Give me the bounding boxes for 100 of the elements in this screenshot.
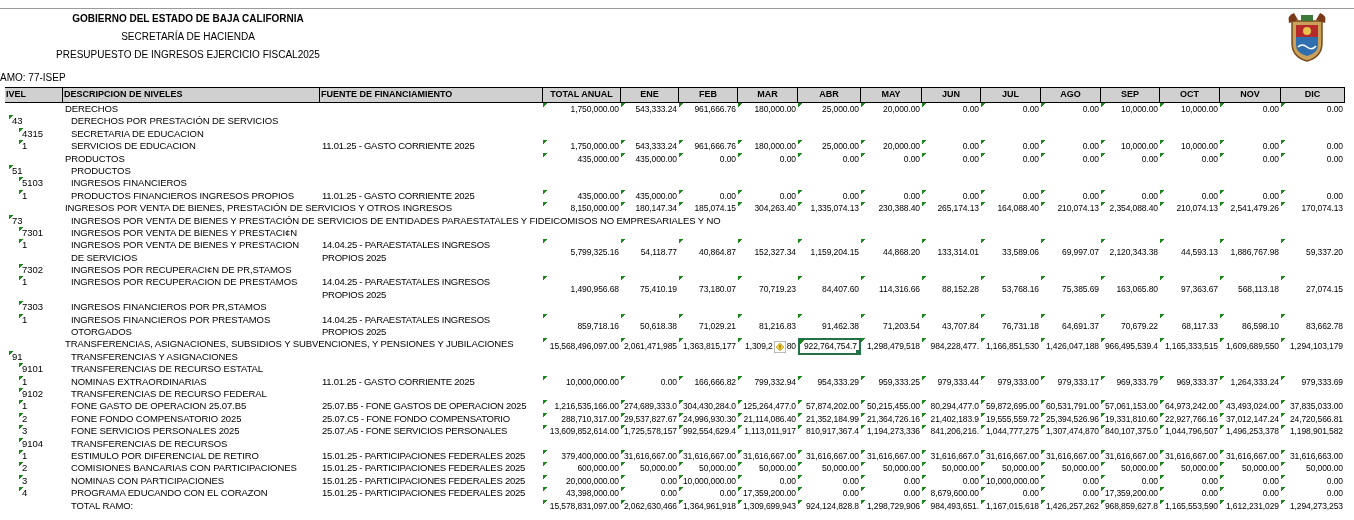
table-cell: 0.00	[1160, 152, 1220, 165]
column-header: IVEL	[5, 88, 63, 102]
description-text: NOMINAS CON PARTICIPACIONES	[70, 474, 226, 488]
table-cell: 17,359,200.00	[1101, 487, 1160, 500]
funding-source: 14.04.25 - PARAESTATALES INGRESOS PROPIOS 2025	[321, 239, 491, 265]
table-cell: 43,398,000.00	[543, 487, 621, 500]
level-code: 73	[9, 214, 23, 227]
table-cell: 969,333.37	[1160, 375, 1220, 389]
table-cell: 164,088.40	[981, 202, 1041, 215]
table-cell: 19,555,559.72	[981, 412, 1041, 426]
description-text: FONE SERVICIOS PERSONALES 2025	[70, 425, 241, 438]
column-header: FUENTE DE FINANCIAMIENTO	[320, 88, 543, 102]
table-cell: 1,044,796,507	[1160, 425, 1220, 438]
table-cell: 10,000.00	[1160, 140, 1220, 153]
table-cell: 304,263.40	[738, 202, 798, 215]
table-cell: 50,000.00	[738, 462, 798, 475]
table-cell: 984,493,651.	[922, 499, 981, 512]
cell-text: 1,309,2	[745, 340, 773, 353]
table-cell: 288,710,317.00	[543, 412, 621, 426]
table-cell: 60,531,791.00	[1041, 400, 1101, 413]
description-text: TRANSFERENCIAS Y ASIGNACIONES	[70, 350, 239, 364]
table-cell: 17,359,200.00	[738, 487, 798, 500]
table-cell: 0.00	[679, 152, 738, 165]
column-header: NOV	[1220, 88, 1281, 102]
table-cell: 64,973,242.00	[1160, 400, 1220, 413]
description-text: INGRESOS FINANCIEROS POR PRESTAMOS OTORGADOS	[70, 313, 272, 339]
table-cell: 959,333.25	[861, 375, 922, 389]
table-cell: 37,835,033.00	[1281, 400, 1345, 413]
description-text: SERVICIOS DE EDUCACION	[70, 140, 197, 153]
table-cell: 979,333.17	[1041, 375, 1101, 389]
table-cell: 31,616,667.0	[922, 450, 981, 463]
table-cell: 22,927,766.16	[1160, 412, 1220, 426]
funding-source: 25.07.B5 - FONE GASTOS DE OPERACION 2025	[321, 400, 528, 413]
column-header: AGO	[1041, 88, 1101, 102]
table-cell: 265,174.13	[922, 202, 981, 215]
funding-source: 25.07.C5 - FONE FONDO COMPENSATORIO	[321, 412, 511, 426]
table-cell: 180,000.00	[738, 103, 798, 116]
table-cell: 0.00	[1041, 152, 1101, 165]
table-cell: 50,000.00	[621, 462, 679, 475]
table-cell: 230,388.40	[861, 202, 922, 215]
table-cell: 1,194,273,336	[861, 425, 922, 438]
description-text: TOTAL RAMO:	[70, 499, 135, 512]
description-text: INGRESOS FINANCIEROS	[70, 177, 188, 190]
table-cell: 992,554,629.4	[679, 425, 738, 438]
table-cell: 19,331,810.60	[1101, 412, 1160, 426]
table-cell: 50,000.00	[861, 462, 922, 475]
table-cell: 31,616,667.00	[861, 450, 922, 463]
table-cell: 274,689,333.0	[621, 400, 679, 413]
table-cell: 0.00	[922, 152, 981, 165]
table-cell: 435,000.00	[621, 189, 679, 203]
column-header: SEP	[1101, 88, 1160, 102]
table-cell: 810,917,367.4	[798, 425, 861, 438]
description-text: PRODUCTOS	[64, 152, 126, 165]
cell-text: 80	[786, 340, 796, 353]
description-text: TRANSFERENCIAS DE RECURSO ESTATAL	[70, 363, 264, 376]
column-header: TOTAL ANUAL	[543, 88, 621, 102]
table-cell: 59,872,695.00	[981, 400, 1041, 413]
table-cell: 1,165,553,590	[1160, 499, 1220, 512]
table-cell: 29,537,827.67	[621, 412, 679, 426]
table-cell: 2,062,630,466	[621, 499, 679, 512]
table-cell: 2,354,088.40	[1101, 202, 1160, 215]
table-cell: 1,294,273,253	[1281, 499, 1345, 512]
table-cell: 0.00	[1281, 152, 1345, 165]
warning-icon[interactable]	[773, 340, 786, 353]
table-cell: 968,859,627.8	[1101, 499, 1160, 512]
description-text: FONE GASTO DE OPERACION 25.07.B5	[70, 400, 248, 413]
column-header: JUN	[922, 88, 981, 102]
table-cell: 924,124,828.8	[798, 499, 861, 512]
description-text: TRANSFERENCIAS DE RECURSOS	[70, 437, 229, 450]
table-cell: 0.00	[1220, 152, 1281, 165]
table-cell: 20,000,000.00	[543, 474, 621, 488]
table-cell: 21,364,726.16	[861, 412, 922, 426]
table-cell: 1,750,000.00	[543, 103, 621, 116]
table-cell: 0.00	[981, 152, 1041, 165]
table-cell: 979,333.69	[1281, 375, 1345, 389]
table-cell: 24,996,930.30	[679, 412, 738, 426]
funding-source: 15.01.25 - PARTICIPACIONES FEDERALES 2025	[321, 487, 527, 500]
column-header: MAY	[861, 88, 922, 102]
table-cell: 0.00	[798, 152, 861, 165]
column-header: MAR	[738, 88, 798, 102]
table-cell: 31,616,667.00	[679, 450, 738, 463]
table-cell: 961,666.76	[679, 103, 738, 116]
table-cell: 31,616,663.00	[1281, 450, 1345, 463]
table-cell: 31,616,667.00	[738, 450, 798, 463]
table-cell: 1,750,000.00	[543, 140, 621, 153]
table-cell: 57,061,153.00	[1101, 400, 1160, 413]
description-text: INGRESOS FINANCIEROS POR PR,STAMOS	[70, 301, 268, 314]
table-cell: 10,000.00	[1101, 103, 1160, 116]
table-cell: 1,307,474,870	[1041, 425, 1101, 438]
column-header: JUL	[981, 88, 1041, 102]
table-cell: 0.00	[861, 152, 922, 165]
table-cell: 180,000.00	[738, 140, 798, 153]
table-cell: 961,666.76	[679, 140, 738, 153]
table-cell: 10,000,000.00	[543, 375, 621, 389]
funding-source: 11.01.25 - GASTO CORRIENTE 2025	[321, 375, 476, 389]
table-cell: 304,430,284.0	[679, 400, 738, 413]
table-cell: 1,309,699,943	[738, 499, 798, 512]
description-text: DERECHOS	[64, 103, 120, 116]
funding-source: 15.01.25 - PARTICIPACIONES FEDERALES 2025	[321, 474, 527, 488]
table-cell: 20,000.00	[861, 140, 922, 153]
